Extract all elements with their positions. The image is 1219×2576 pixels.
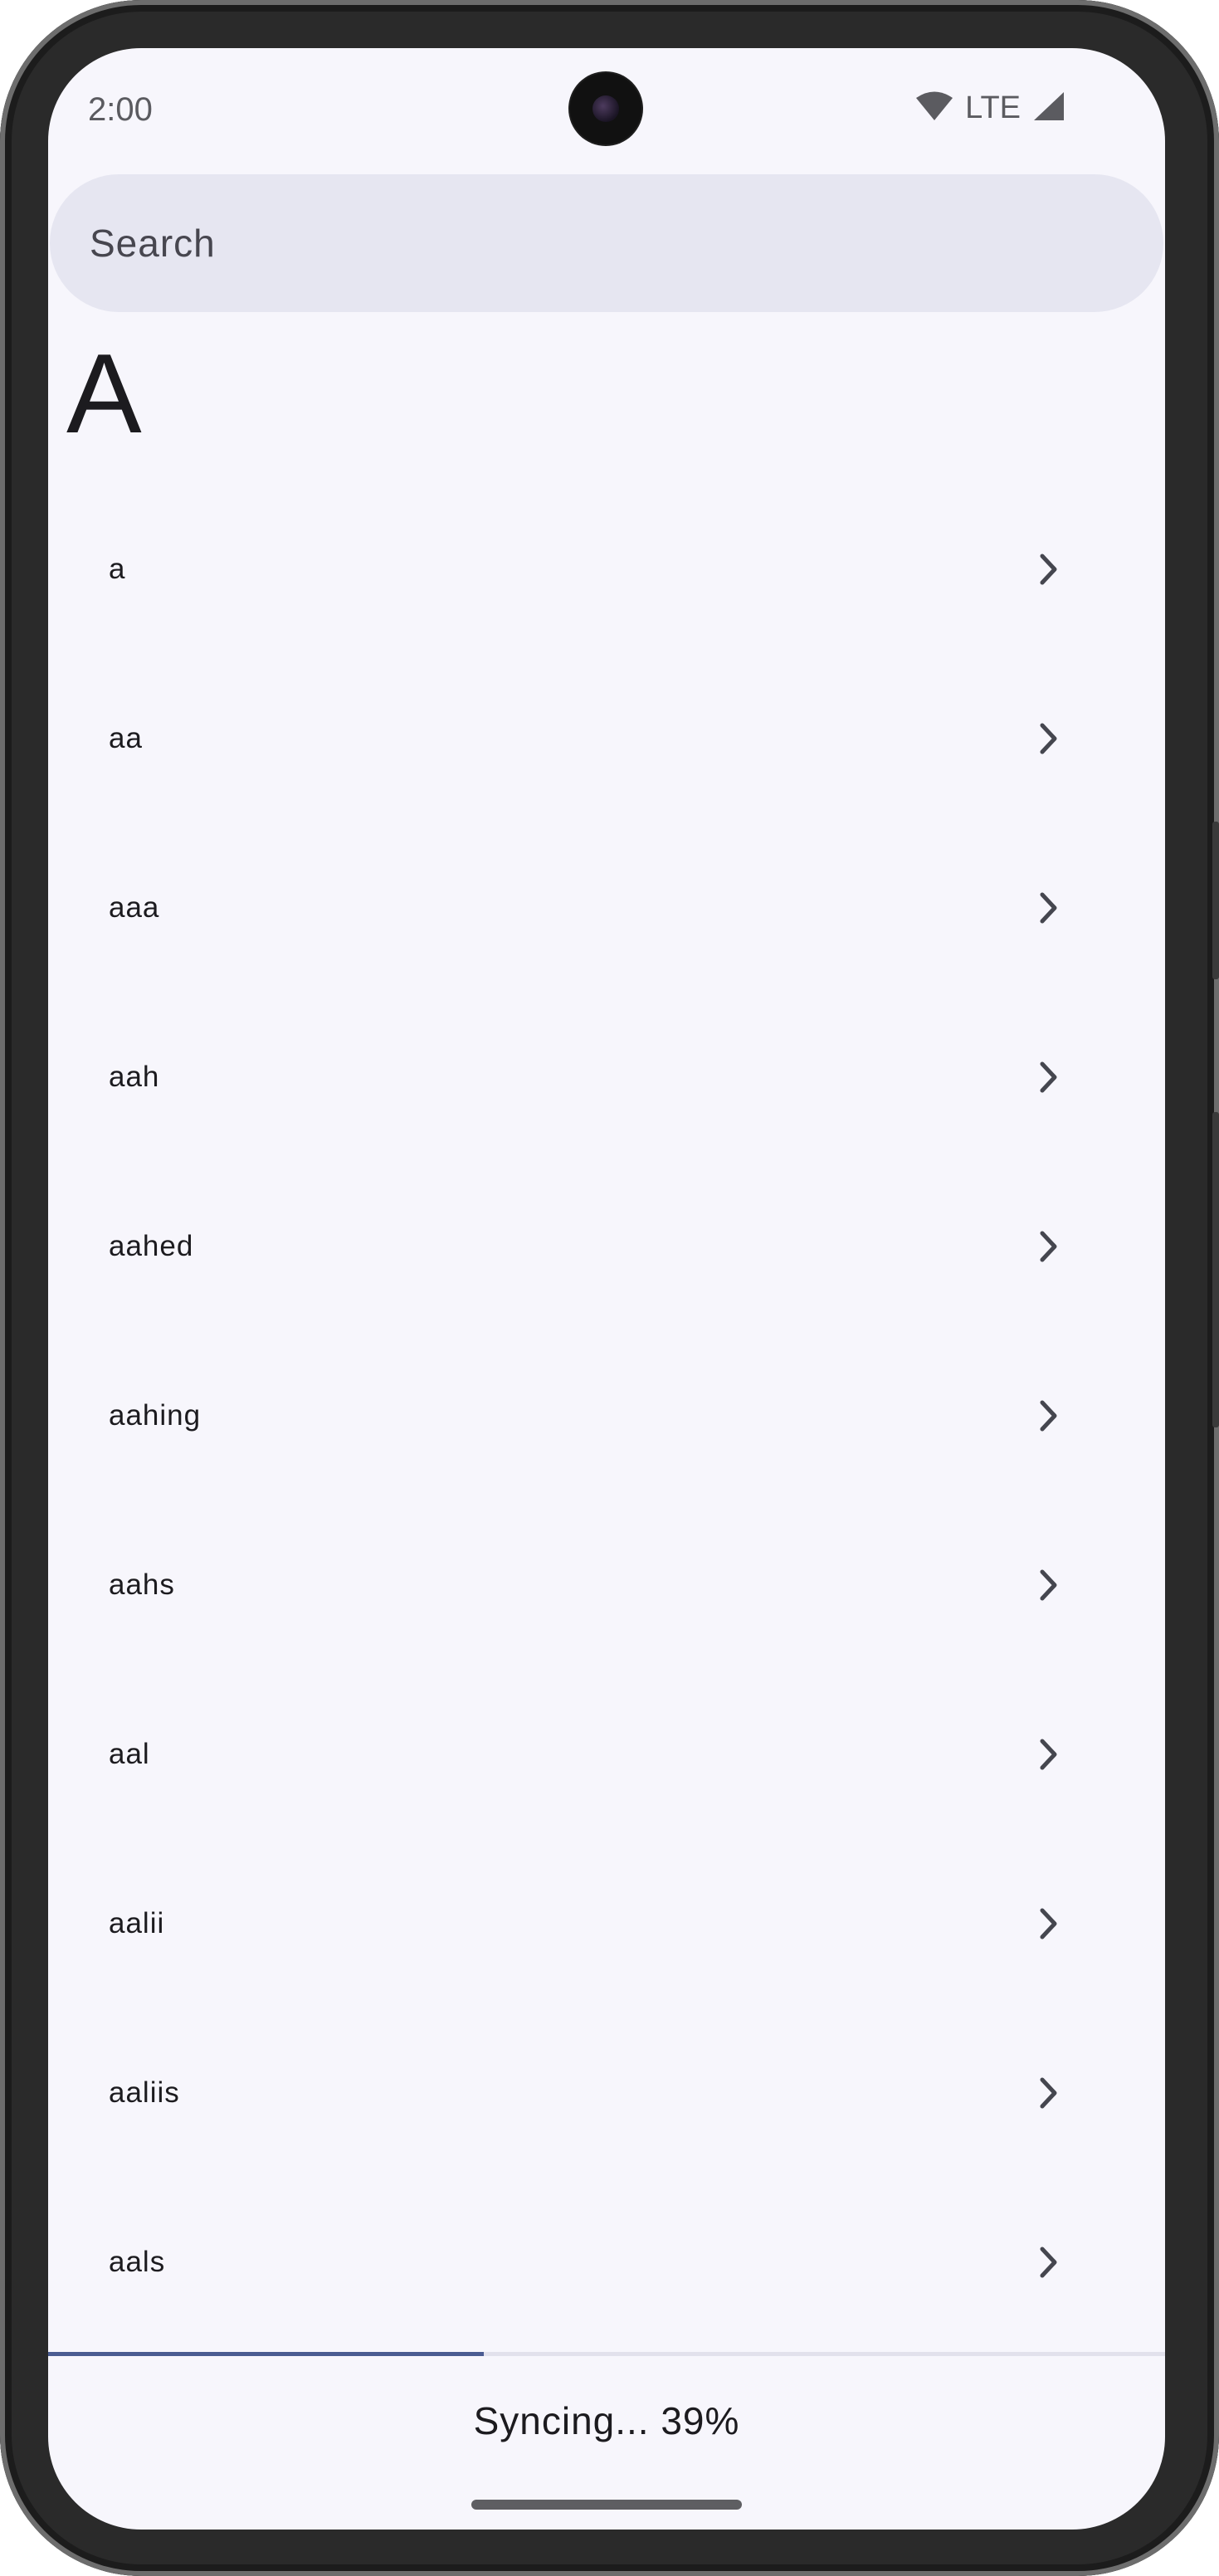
list-item-label: aahing — [109, 1399, 202, 1432]
status-time: 2:00 — [88, 91, 153, 128]
status-bar: 2:00 LTE — [48, 48, 1165, 181]
network-type: LTE — [965, 90, 1021, 125]
list-item-label: aa — [109, 722, 143, 754]
list-item-label: aals — [109, 2246, 166, 2278]
chevron-right-icon — [1032, 1399, 1065, 1432]
chevron-right-icon — [1032, 553, 1065, 586]
chevron-right-icon — [1032, 891, 1065, 925]
chevron-right-icon — [1032, 2076, 1065, 2110]
sync-progress-fill — [48, 2352, 484, 2356]
list-item-label: aah — [109, 1061, 160, 1093]
volume-button — [1212, 822, 1219, 979]
list-item[interactable]: aals — [48, 2178, 1165, 2347]
list-item-label: aaliis — [109, 2076, 180, 2109]
signal-icon — [1032, 90, 1065, 126]
search-placeholder: Search — [90, 222, 216, 265]
chevron-right-icon — [1032, 722, 1065, 755]
list-item[interactable]: aa — [48, 654, 1165, 823]
word-list: a aa aaa aah aahed aahing aahs aal aalii aaliis aa… — [48, 485, 1165, 2347]
chevron-right-icon — [1032, 1569, 1065, 1602]
list-item-label: aahed — [109, 1230, 194, 1262]
list-item[interactable]: aahs — [48, 1500, 1165, 1670]
list-item[interactable]: aaliis — [48, 2008, 1165, 2178]
list-item[interactable]: a — [48, 485, 1165, 654]
list-item[interactable]: aahing — [48, 1331, 1165, 1500]
list-item-label: a — [109, 553, 126, 585]
chevron-right-icon — [1032, 1230, 1065, 1263]
chevron-right-icon — [1032, 2246, 1065, 2279]
screen: 2:00 LTE Search A a aa aaa aah aahed aahing aa… — [48, 48, 1165, 2530]
list-item[interactable]: aahed — [48, 1162, 1165, 1331]
camera-lens — [592, 95, 619, 122]
list-item[interactable]: aal — [48, 1670, 1165, 1839]
sync-status-text: Syncing... 39% — [473, 2399, 740, 2442]
section-header-letter: A — [66, 330, 142, 456]
front-camera — [570, 73, 641, 144]
search-bar[interactable]: Search — [50, 174, 1163, 312]
power-button — [1212, 1112, 1219, 1427]
list-item-label: aahs — [109, 1569, 175, 1601]
wifi-icon — [915, 90, 953, 126]
list-item[interactable]: aalii — [48, 1839, 1165, 2008]
list-item[interactable]: aaa — [48, 823, 1165, 993]
list-item-label: aalii — [109, 1907, 165, 1939]
sync-progress-bar — [48, 2352, 1165, 2356]
list-item-label: aal — [109, 1738, 150, 1770]
home-indicator[interactable] — [471, 2500, 742, 2510]
chevron-right-icon — [1032, 1907, 1065, 1940]
list-item-label: aaa — [109, 891, 160, 924]
chevron-right-icon — [1032, 1061, 1065, 1094]
list-item[interactable]: aah — [48, 993, 1165, 1162]
status-icons: LTE — [915, 90, 1065, 126]
chevron-right-icon — [1032, 1738, 1065, 1771]
